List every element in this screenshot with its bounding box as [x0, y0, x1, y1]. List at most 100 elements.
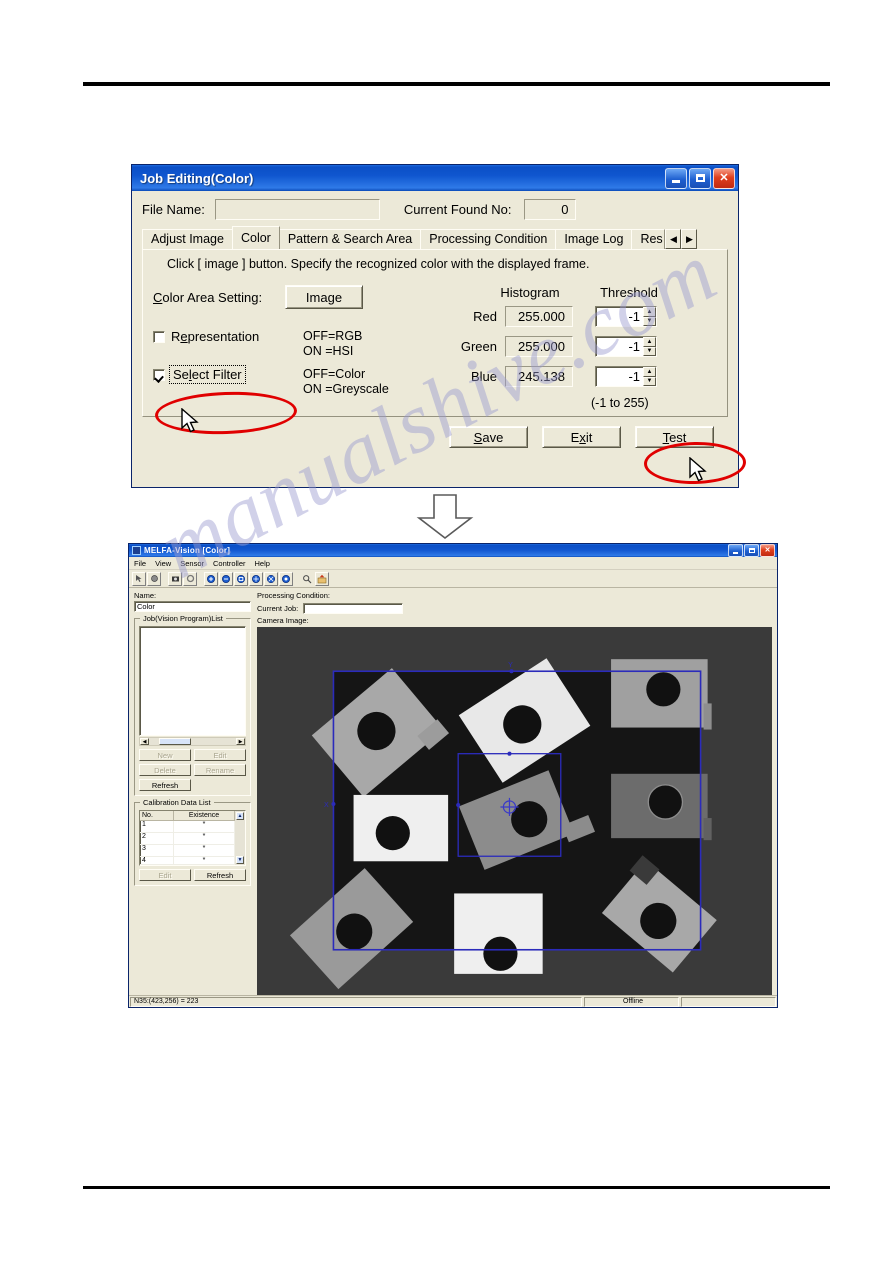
threshold-value-red[interactable]: -1 — [596, 309, 643, 324]
name-label: Name: — [134, 591, 157, 600]
representation-checkbox-wrap[interactable]: Representation — [153, 329, 303, 344]
capture-icon[interactable] — [315, 571, 329, 586]
representation-row: Representation OFF=RGB ON =HSI — [153, 329, 453, 359]
magnifier-icon[interactable] — [300, 571, 314, 586]
camera-image-canvas[interactable]: Y X — [257, 627, 772, 995]
save-button[interactable]: Save — [449, 426, 528, 448]
calibration-table[interactable]: No. Existence 1 * 2 * 3 * 4 * ▲ ▼ — [139, 810, 246, 866]
menu-item-sensor[interactable]: Sensor — [180, 559, 204, 568]
tab-image-log[interactable]: Image Log — [555, 229, 633, 249]
scroll-up-icon[interactable]: ▲ — [236, 812, 244, 820]
melfa-title-bar: MELFA-Vision [Color] ✕ — [129, 544, 777, 557]
image-button[interactable]: Image — [285, 285, 363, 309]
threshold-value-green[interactable]: -1 — [596, 339, 643, 354]
test-button[interactable]: Test — [635, 426, 714, 448]
spin-down-icon[interactable]: ▼ — [643, 316, 656, 326]
restore-icon[interactable] — [744, 544, 759, 557]
table-row[interactable]: 4 * — [140, 857, 235, 865]
close-icon[interactable]: ✕ — [713, 167, 735, 189]
menu-item-view[interactable]: View — [155, 559, 171, 568]
scroll-left-icon[interactable]: ◀ — [140, 738, 149, 745]
zoom-out-icon[interactable] — [219, 571, 233, 586]
histogram-header: Histogram — [500, 285, 560, 300]
tab-adjust-image[interactable]: Adjust Image — [142, 229, 233, 249]
name-input[interactable]: Color — [134, 601, 251, 612]
threshold-spin-arrows-blue[interactable]: ▲ ▼ — [643, 367, 656, 386]
histogram-value-green: 255.000 — [505, 336, 573, 357]
tab-scroll-right-icon[interactable]: ▶ — [681, 229, 698, 249]
circle-icon[interactable] — [183, 571, 197, 586]
job-buttons-row-2: Delete Rename — [139, 764, 246, 776]
minimize-icon[interactable] — [728, 544, 743, 557]
minimize-icon[interactable] — [665, 167, 687, 189]
select-filter-checkbox-wrap[interactable]: Select Filter — [153, 365, 303, 384]
table-row[interactable]: 1 * — [140, 821, 235, 833]
zoom-region-icon[interactable] — [264, 571, 278, 586]
select-arrow-icon[interactable] — [132, 571, 146, 586]
melfa-right-panel: Processing Condition: Current Job: Camer… — [255, 588, 777, 995]
camera-icon[interactable] — [168, 571, 182, 586]
zoom-actual-icon[interactable] — [249, 571, 263, 586]
scrollbar-thumb[interactable] — [159, 738, 191, 745]
select-filter-row: Select Filter OFF=Color ON =Greyscale — [153, 365, 453, 397]
spin-up-icon[interactable]: ▲ — [643, 337, 656, 347]
select-filter-checkbox[interactable] — [153, 368, 165, 381]
job-list-box[interactable] — [139, 626, 246, 736]
job-edit-button[interactable]: Edit — [194, 749, 246, 761]
zoom-reset-icon[interactable] — [279, 571, 293, 586]
calibration-vscrollbar[interactable]: ▲ ▼ — [235, 811, 245, 865]
zoom-fit-icon[interactable] — [234, 571, 248, 586]
table-row[interactable]: 2 * — [140, 833, 235, 845]
representation-checkbox[interactable] — [153, 330, 165, 343]
spin-up-icon[interactable]: ▲ — [643, 367, 656, 377]
status-coordinate: N35:(423,256) = 223 — [130, 996, 582, 1007]
menu-item-file[interactable]: File — [134, 559, 146, 568]
job-list-hscrollbar[interactable]: ◀ ▶ — [139, 737, 246, 746]
file-name-row: File Name: Current Found No: 0 — [142, 199, 728, 220]
tab-scroll-left-icon[interactable]: ◀ — [665, 229, 682, 249]
tab-result[interactable]: Res — [631, 229, 666, 249]
tab-strip: Adjust Image Color Pattern & Search Area… — [142, 226, 728, 249]
hand-icon[interactable] — [147, 571, 161, 586]
tab-color[interactable]: Color — [231, 226, 280, 249]
spin-down-icon[interactable]: ▼ — [643, 346, 656, 356]
calibration-refresh-button[interactable]: Refresh — [194, 869, 246, 881]
tab-processing-condition[interactable]: Processing Condition — [420, 229, 557, 249]
threshold-spin-arrows-red[interactable]: ▲ ▼ — [643, 307, 656, 326]
menu-item-controller[interactable]: Controller — [213, 559, 246, 568]
threshold-value-blue[interactable]: -1 — [596, 369, 643, 384]
threshold-spin-arrows-green[interactable]: ▲ ▼ — [643, 337, 656, 356]
channel-label-red: Red — [473, 309, 497, 324]
job-delete-button[interactable]: Delete — [139, 764, 191, 776]
threshold-stepper-red[interactable]: -1 ▲ ▼ — [595, 306, 657, 327]
zoom-in-icon[interactable] — [204, 571, 218, 586]
maximize-icon[interactable] — [689, 167, 711, 189]
calibration-group: Calibration Data List No. Existence 1 * — [134, 798, 251, 886]
cell-existence: * — [174, 821, 235, 832]
cell-no: 2 — [140, 833, 174, 844]
tab-pattern-search-area[interactable]: Pattern & Search Area — [278, 229, 422, 249]
window-controls: ✕ — [665, 167, 735, 189]
menu-item-help[interactable]: Help — [255, 559, 270, 568]
spin-down-icon[interactable]: ▼ — [643, 376, 656, 386]
current-job-input[interactable] — [303, 603, 404, 614]
close-icon[interactable]: ✕ — [760, 544, 775, 557]
channel-row-blue: Blue 245.138 -1 ▲ ▼ — [453, 366, 717, 387]
threshold-stepper-blue[interactable]: -1 ▲ ▼ — [595, 366, 657, 387]
job-new-button[interactable]: New — [139, 749, 191, 761]
scroll-right-icon[interactable]: ▶ — [236, 738, 245, 745]
instruction-text: Click [ image ] button. Specify the reco… — [167, 257, 590, 271]
page-rule-top — [83, 82, 830, 86]
scroll-down-icon[interactable]: ▼ — [236, 856, 244, 864]
job-refresh-button[interactable]: Refresh — [139, 779, 191, 791]
spin-up-icon[interactable]: ▲ — [643, 307, 656, 317]
table-row[interactable]: 3 * — [140, 845, 235, 857]
job-rename-button[interactable]: Rename — [194, 764, 246, 776]
calibration-edit-button[interactable]: Edit — [139, 869, 191, 881]
color-area-label: Color Area Setting: — [153, 289, 263, 305]
file-name-input[interactable] — [214, 199, 380, 220]
threshold-stepper-green[interactable]: -1 ▲ ▼ — [595, 336, 657, 357]
exit-button[interactable]: Exit — [542, 426, 621, 448]
melfa-menu-bar: File View Sensor Controller Help — [129, 557, 777, 570]
melfa-main-area: Name: Color Job(Vision Program)List ◀ ▶ … — [129, 588, 777, 995]
